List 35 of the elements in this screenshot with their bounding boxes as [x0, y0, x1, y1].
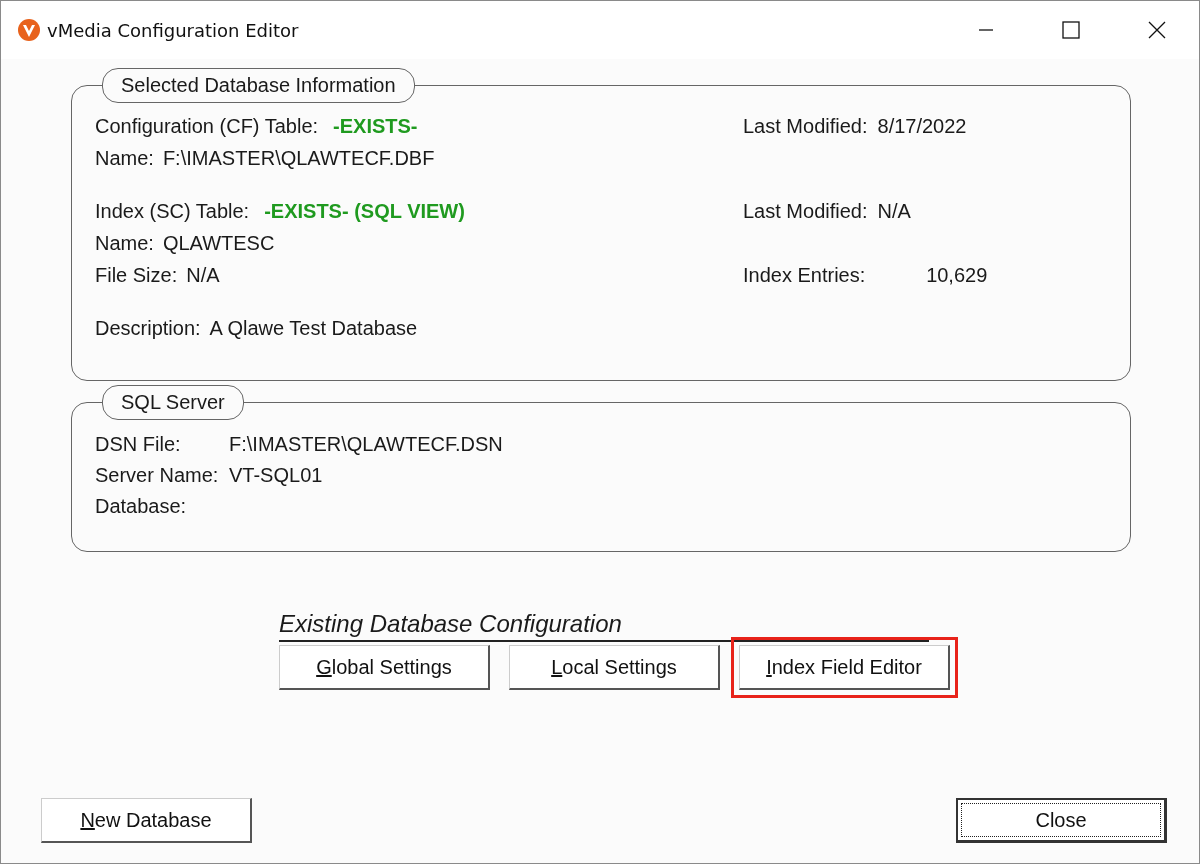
field-value: N/A	[186, 263, 220, 287]
field-label: Database:	[95, 495, 188, 518]
app-logo-icon	[17, 18, 41, 42]
config-button[interactable]: Index Field Editor	[739, 645, 950, 690]
field-label: Index Entries:	[743, 263, 866, 287]
field-value: F:\IMASTER\QLAWTECF.DSN	[229, 433, 504, 456]
group-legend: SQL Server	[102, 385, 244, 420]
field-label: Name:	[95, 146, 154, 170]
field-value: -EXISTS- (SQL VIEW)	[264, 199, 465, 223]
close-icon[interactable]	[1148, 21, 1166, 39]
group-legend: Selected Database Information	[102, 68, 415, 103]
config-button[interactable]: Global Settings	[279, 645, 490, 690]
field-label: Last Modified:	[743, 199, 868, 223]
window-title: vMedia Configuration Editor	[47, 19, 299, 41]
field-label: Last Modified:	[743, 114, 868, 138]
field-value: QLAWTESC	[162, 231, 275, 255]
field-label: File Size:	[95, 263, 178, 287]
field-label: Index (SC) Table:	[95, 199, 250, 223]
field-value: A Qlawe Test Database	[209, 316, 418, 340]
field-value: 10,629	[925, 263, 988, 287]
field-label: Description:	[95, 316, 201, 340]
field-value: -EXISTS-	[333, 114, 418, 138]
field-value: F:\IMASTER\QLAWTECF.DBF	[162, 146, 435, 170]
maximize-icon[interactable]	[1062, 21, 1080, 39]
dialog-button[interactable]: New Database	[41, 798, 252, 843]
section-heading: Existing Database Configuration	[279, 610, 929, 642]
field-label: Server Name:	[95, 464, 220, 487]
field-label: Configuration (CF) Table:	[95, 114, 319, 138]
field-label: Name:	[95, 231, 154, 255]
field-value: 8/17/2022	[877, 114, 967, 138]
dialog-button[interactable]: Close	[956, 798, 1167, 843]
field-value: N/A	[877, 199, 911, 223]
field-value: VT-SQL01	[229, 464, 324, 487]
config-button[interactable]: Local Settings	[509, 645, 720, 690]
field-label: DSN File:	[95, 433, 182, 456]
